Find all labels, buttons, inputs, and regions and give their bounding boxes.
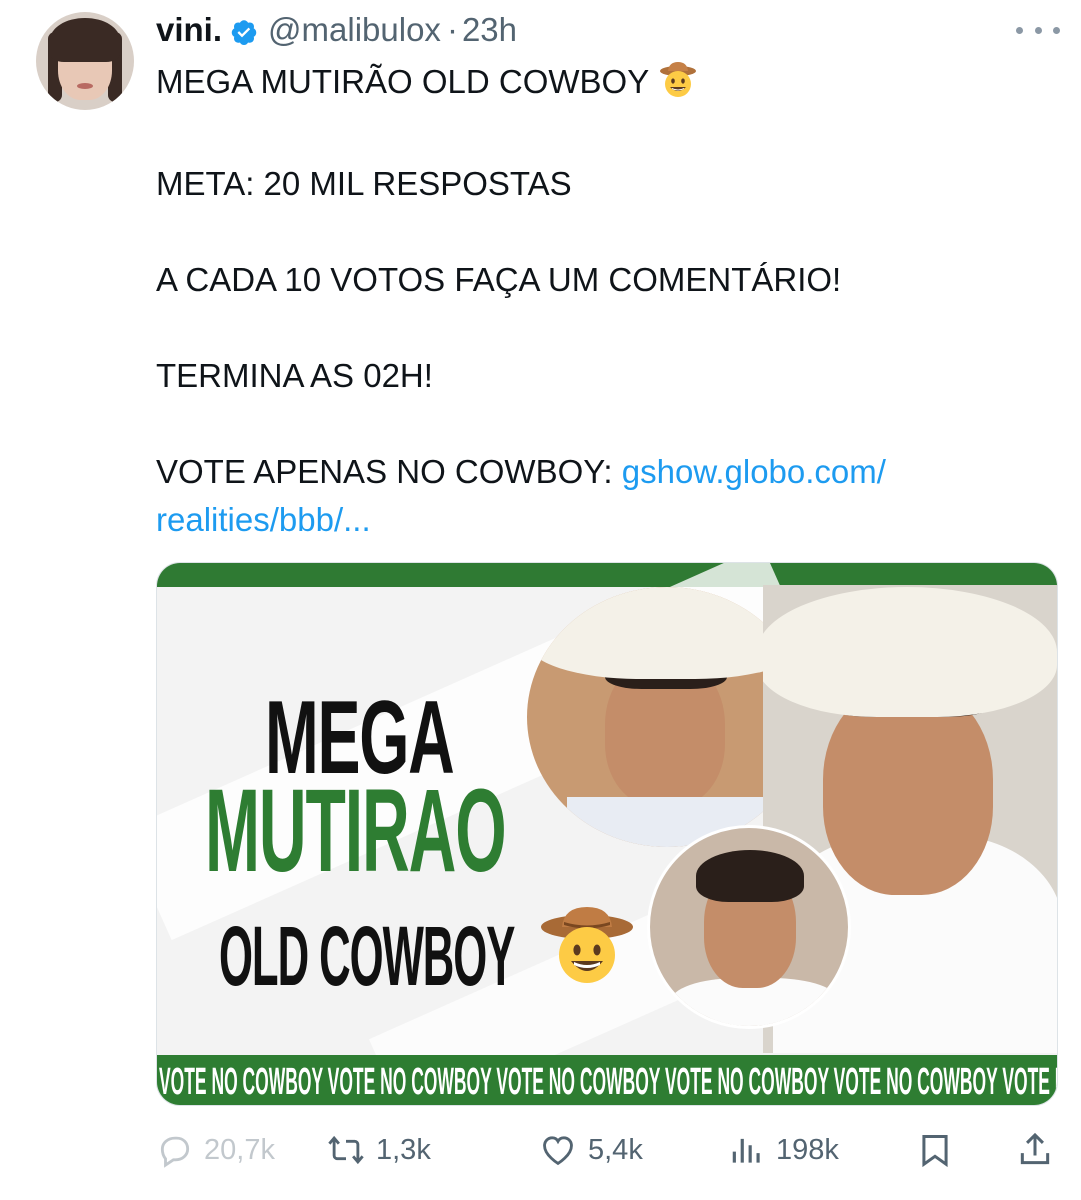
timestamp[interactable]: 23h [462, 11, 517, 49]
cowboy-face-emoji-icon [540, 905, 634, 990]
more-horizontal-icon[interactable] [1016, 18, 1060, 42]
tweet-text: MEGA MUTIRÃO OLD COWBOY META: 20 MIL RES… [156, 58, 1036, 544]
avatar[interactable] [36, 12, 134, 110]
bookmark-icon [922, 1135, 948, 1168]
heart-icon [543, 1136, 573, 1166]
reply-icon [160, 1136, 190, 1168]
views-count: 198k [776, 1133, 839, 1166]
reply-count: 20,7k [204, 1133, 275, 1166]
bookmark-button[interactable] [916, 1122, 964, 1178]
vote-banner: VOTE NO COWBOY VOTE NO COWBOY VOTE NO CO… [157, 1055, 1057, 1105]
separator-dot: · [446, 11, 458, 48]
handle[interactable]: @malibulox [268, 11, 441, 49]
tweet-line-title: MEGA MUTIRÃO OLD COWBOY [156, 63, 650, 100]
repost-count: 1,3k [376, 1133, 431, 1166]
tweet[interactable]: vini. @malibulox · 23h MEGA MUTIRÃO OLD … [0, 0, 1081, 1200]
like-count: 5,4k [588, 1133, 643, 1166]
banner-top-bar [157, 563, 1057, 587]
reply-button[interactable]: 20,7k [156, 1122, 275, 1178]
media-image[interactable]: MEGA MUTIRAO OLD COWBOY VOTE NO COWBOY V… [156, 562, 1058, 1106]
tweet-line-instruction: A CADA 10 VOTOS FAÇA UM COMENTÁRIO! [156, 261, 842, 298]
vote-link-part1[interactable]: gshow.globo.com/ [622, 453, 886, 490]
repost-icon [328, 1135, 364, 1165]
tweet-header: vini. @malibulox · 23h [156, 8, 517, 52]
like-button[interactable]: 5,4k [538, 1122, 643, 1178]
tweet-line-goal: META: 20 MIL RESPOSTAS [156, 165, 572, 202]
views-button[interactable]: 198k [728, 1122, 839, 1178]
views-chart-icon [732, 1138, 760, 1163]
share-icon [1020, 1132, 1050, 1165]
vote-banner-text: VOTE NO COWBOY VOTE NO COWBOY VOTE NO CO… [159, 1061, 1057, 1103]
share-button[interactable] [1016, 1122, 1064, 1178]
action-bar: 20,7k 1,3k 5,4k 198k [156, 1122, 1058, 1178]
repost-button[interactable]: 1,3k [326, 1122, 431, 1178]
tweet-line-vote: VOTE APENAS NO COWBOY: [156, 453, 622, 490]
headline-old-cowboy: OLD COWBOY [219, 909, 515, 1003]
headline-mutirao: MUTIRAO [205, 765, 507, 897]
display-name[interactable]: vini. [156, 11, 222, 49]
cowboy-face-emoji-icon [659, 61, 697, 112]
verified-badge-icon[interactable] [230, 16, 258, 45]
vote-link-part2[interactable]: realities/bbb/... [156, 501, 371, 538]
tweet-line-deadline: TERMINA AS 02H! [156, 357, 433, 394]
cowboy-photo-small [647, 825, 851, 1029]
